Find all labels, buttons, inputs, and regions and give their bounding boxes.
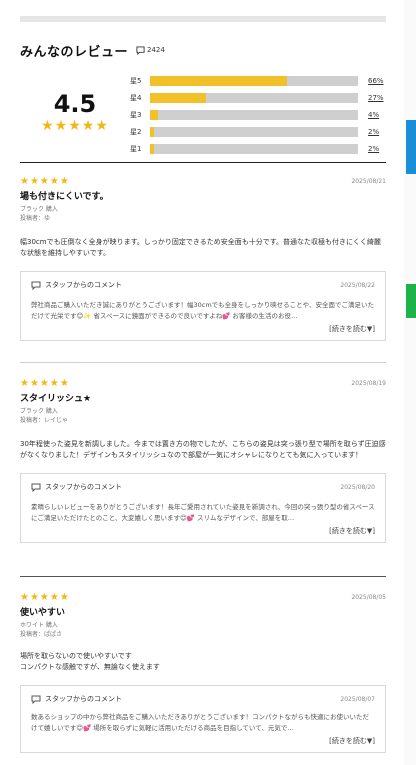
rating-row-percent[interactable]: 66% [368,77,384,85]
average-rating: 4.5 ★★★★★ [20,70,130,154]
review-item: ★★★★★ 2025/08/19 スタイリッシュ★ ブラック 購入 投稿者：レイ… [20,378,386,543]
review-title: スタイリッシュ★ [20,394,92,404]
review-body: 幅30cmでも圧倒なく全身が映ります。しっかり固定できるため安全面も十分です。普… [20,238,381,257]
review-date: 2025/08/21 [351,178,386,185]
speech-bubble-icon [31,281,41,290]
review-date: 2025/08/05 [351,594,386,601]
section-title: みんなのレビュー [20,44,129,60]
rating-bar-track [150,92,358,103]
average-score: 4.5 [53,90,97,118]
staff-comment: スタッフからのコメント 2025/08/07 数あるショップの中から弊社商品をご… [20,685,386,753]
read-more-link[interactable]: [続きを読む▼] [31,736,375,746]
rating-row-label: 星1 [130,144,142,153]
rating-row[interactable]: 星3 4% [130,106,386,123]
staff-comment-date: 2025/08/22 [340,281,375,289]
staff-comment-body: 数あるショップの中から弊社商品をご購入いただきありがとうございます！コンパクトな… [31,713,369,732]
staff-comment-date: 2025/08/20 [340,483,375,491]
speech-bubble-icon [136,45,145,55]
rating-bar-fill [150,109,159,120]
staff-comment: スタッフからのコメント 2025/08/22 弊社商品ご購入いただき誠にありがと… [20,271,386,341]
read-more-link[interactable]: [続きを読む▼] [31,526,375,536]
rating-bar-fill [150,92,207,103]
staff-comment-label: スタッフからのコメント [45,281,122,289]
rating-row[interactable]: 星1 2% [130,140,386,157]
rating-row-percent[interactable]: 2% [368,145,379,153]
top-scroll-bar [20,16,386,22]
review-title: 使いやすい [20,608,66,618]
review-variant: ブラック 購入 [20,206,58,213]
rating-row[interactable]: 星5 66% [130,72,386,89]
rail-green-button[interactable] [406,284,416,318]
review-variant: ブラック 購入 [20,408,58,415]
review-date: 2025/08/19 [351,380,386,387]
review-separator [20,362,386,363]
review-stars: ★★★★★ [20,176,70,187]
review-variant: ホワイト 購入 [20,622,58,629]
rating-row-label: 星5 [130,76,142,85]
review-author: 投稿者：ゆ [20,215,51,222]
staff-comment-label: スタッフからのコメント [45,695,122,703]
review-separator [20,576,386,577]
staff-comment-label: スタッフからのコメント [45,483,122,491]
speech-bubble-icon [31,695,41,704]
rating-row-percent[interactable]: 4% [368,111,379,119]
rating-bar-fill [150,126,155,137]
staff-comment: スタッフからのコメント 2025/08/20 素晴らしいレビューをありがとうござ… [20,473,386,543]
staff-comment-date: 2025/08/07 [340,695,375,703]
rail-blue-banner[interactable] [406,120,416,174]
rating-summary: 4.5 ★★★★★ 星5 66% 星4 27% 星3 4% 星2 2% 星1 2% [20,70,386,154]
review-body: 場所を取らないので使いやすいです コンパクトな感触ですが、無論なく使えます [20,652,160,671]
rating-distribution: 星5 66% 星4 27% 星3 4% 星2 2% 星1 2% [130,70,386,154]
review-author: 投稿者：レイじゃ [20,417,69,424]
rating-bar-fill [150,143,155,154]
review-section: みんなのレビュー 2424 4.5 ★★★★★ 星5 66% 星4 27% 星3 4% 星2… [20,30,386,163]
rating-row-label: 星2 [130,127,142,136]
read-more-link[interactable]: [続きを読む▼] [31,324,375,334]
rating-bar-track [150,75,358,86]
staff-comment-body: 素晴らしいレビューをありがとうございます！長年ご愛用されていた姿見を新調され、今… [31,503,375,522]
rating-row-percent[interactable]: 27% [368,94,384,102]
review-count-value: 2424 [147,46,165,54]
rating-bar-track [150,126,358,137]
rating-row[interactable]: 星4 27% [130,89,386,106]
staff-comment-body: 弊社商品ご購入いただき誠にありがとうございます！幅30cmでも全身をしっかり映せ… [31,301,374,320]
rating-bar-track [150,143,358,154]
rating-bar-track [150,109,358,120]
rating-row-percent[interactable]: 2% [368,128,379,136]
speech-bubble-icon [31,483,41,492]
review-author: 投稿者：ぱぱさ [20,631,63,638]
review-item: ★★★★★ 2025/08/05 使いやすい ホワイト 購入 投稿者：ぱぱさ 場… [20,592,386,753]
review-header: みんなのレビュー 2424 [20,36,386,64]
review-body: 30年程使った姿見を新調しました。今までは置き方の物でしたが、こちらの姿見は突っ… [20,440,386,459]
review-item: ★★★★★ 2025/08/21 場も付きにくいです。 ブラック 購入 投稿者：… [20,176,386,341]
review-count: 2424 [136,45,165,55]
rating-bar-fill [150,75,288,86]
review-title: 場も付きにくいです。 [20,192,109,202]
review-stars: ★★★★★ [20,378,70,389]
average-stars: ★★★★★ [41,118,109,134]
summary-divider [20,162,386,163]
review-stars: ★★★★★ [20,592,70,603]
right-side-rail [404,0,416,765]
rating-row[interactable]: 星2 2% [130,123,386,140]
rating-row-label: 星4 [130,93,142,102]
rating-row-label: 星3 [130,110,142,119]
